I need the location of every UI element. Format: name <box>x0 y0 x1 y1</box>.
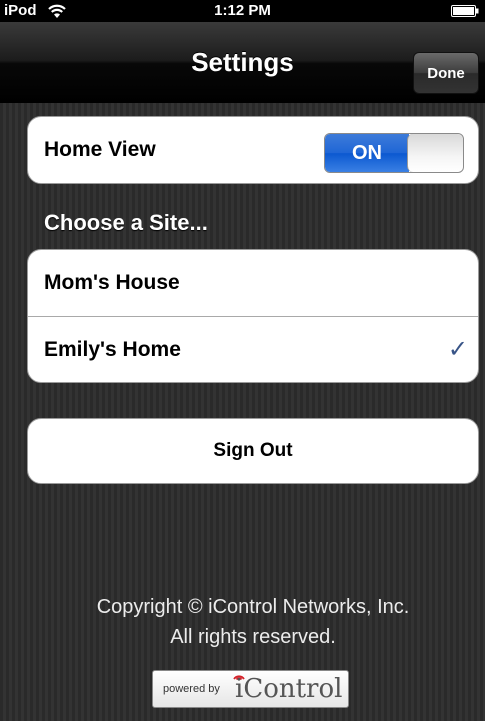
checkmark-icon: ✓ <box>447 336 468 363</box>
site-item-label: Emily's Home <box>44 338 181 361</box>
powered-by-badge: powered by iControl <box>152 670 349 708</box>
site-item-label: Mom's House <box>44 271 180 294</box>
site-list: Mom's House Emily's Home ✓ <box>27 249 479 383</box>
home-view-cell: Home View ON <box>28 117 478 183</box>
toggle-on-label: ON <box>325 134 409 172</box>
powered-by-label: powered by <box>163 683 220 695</box>
site-item-emilys-home[interactable]: Emily's Home ✓ <box>28 316 478 382</box>
sign-out-label: Sign Out <box>213 440 293 461</box>
copyright-line-1: Copyright © iControl Networks, Inc. <box>96 596 410 618</box>
navigation-bar: Settings Done <box>0 22 485 103</box>
done-button[interactable]: Done <box>413 52 479 94</box>
icontrol-logo: iControl <box>235 674 343 704</box>
site-item-moms-house[interactable]: Mom's House <box>28 250 478 316</box>
copyright-line-2: All rights reserved. <box>170 626 336 648</box>
home-view-label: Home View <box>44 138 156 161</box>
site-section-header: Choose a Site... <box>44 210 208 235</box>
sign-out-button[interactable]: Sign Out <box>27 418 479 484</box>
home-view-toggle[interactable]: ON <box>324 133 464 173</box>
copyright-text: Copyright © iControl Networks, Inc. All … <box>27 592 479 652</box>
home-view-group: Home View ON <box>27 116 479 184</box>
toggle-thumb[interactable] <box>407 134 463 172</box>
